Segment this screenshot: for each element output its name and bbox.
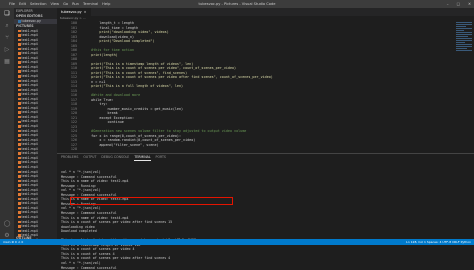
minimap[interactable]: [454, 21, 474, 153]
panel-tab-output[interactable]: OUTPUT: [83, 154, 96, 161]
line-number: 128: [70, 147, 77, 151]
video-file-icon: [18, 102, 21, 105]
window-controls: – □ ✕: [447, 0, 471, 8]
video-file-icon: [18, 179, 21, 183]
video-file-icon: [18, 34, 21, 37]
status-right[interactable]: Ln 128, Col 1 Spaces: 4 UTF-8 CRLF Pytho…: [406, 239, 471, 245]
close-icon[interactable]: ✕: [468, 0, 471, 8]
video-file-icon: [18, 193, 21, 196]
video-file-icon: [18, 165, 21, 169]
video-file-icon: [18, 156, 21, 160]
video-file-icon: [18, 79, 21, 83]
video-file-icon: [18, 170, 21, 174]
video-file-icon: [18, 184, 21, 187]
video-file-icon: [18, 134, 21, 137]
video-file-icon: [18, 143, 21, 146]
title-bar: File Edit Selection View Go Run Terminal Help t…: [0, 0, 474, 8]
source-control-icon[interactable]: ⑂: [3, 34, 11, 42]
video-file-icon: [18, 225, 21, 228]
explorer-icon[interactable]: ❏: [3, 10, 11, 18]
editor-tabs: tubesvoc.py ×: [57, 8, 474, 16]
panel-tab-problems[interactable]: PROBLEMS: [61, 154, 78, 161]
python-file-icon: [18, 20, 21, 23]
video-file-icon: [18, 147, 21, 151]
video-file-icon: [18, 138, 21, 142]
video-file-icon: [18, 75, 21, 78]
status-left[interactable]: main ⊗ 0 ⚠ 0: [3, 239, 23, 245]
video-file-icon: [18, 120, 21, 123]
tab-close-icon[interactable]: ×: [84, 8, 87, 16]
video-file-icon: [18, 61, 21, 64]
panel-tabs: PROBLEMS OUTPUT DEBUG CONSOLE TERMINAL PORTS: [57, 154, 474, 161]
video-file-icon: [18, 188, 21, 192]
account-icon[interactable]: ◯: [3, 220, 11, 228]
run-debug-icon[interactable]: ▷: [3, 46, 11, 54]
editor-tab[interactable]: tubesvoc.py ×: [57, 8, 91, 16]
code-text: append("filter_scene", scene): [83, 142, 159, 147]
video-file-icon: [18, 84, 21, 87]
video-file-icon: [18, 161, 21, 164]
video-file-icon: [18, 70, 21, 73]
explorer-sidebar: EXPLORER OPEN EDITORS tubesvoc.py PICTUR…: [14, 8, 57, 245]
code-text: print("Download completed"): [83, 39, 155, 43]
video-file-icon: [18, 65, 21, 69]
panel-tab-debug-console[interactable]: DEBUG CONSOLE: [101, 154, 129, 161]
code-text: print("This is a full length of videos",…: [83, 84, 184, 88]
extensions-icon[interactable]: ▦: [3, 58, 11, 66]
video-file-icon: [18, 152, 21, 155]
code-text: print("This is a count of scenes per vid…: [83, 75, 273, 79]
code-line: 128: [57, 147, 474, 152]
video-file-icon: [18, 206, 21, 210]
video-file-icon: [18, 93, 21, 96]
editor-tab-label: tubesvoc.py: [61, 10, 82, 14]
panel-tab-ports[interactable]: PORTS: [156, 154, 166, 161]
video-file-icon: [18, 43, 21, 46]
video-file-icon: [18, 29, 21, 33]
search-icon[interactable]: ⌕: [3, 22, 11, 30]
editor-area: tubesvoc.py × tubesvoc.py > ... 100 leng…: [57, 8, 474, 153]
highlight-box: [70, 197, 233, 205]
open-editor-label: tubesvoc.py: [21, 19, 41, 23]
video-file-icon: [18, 202, 21, 205]
file-list: test1.mp4 test1.mp4 test1.mp4 test1.mp4 test…: [14, 29, 57, 243]
code-view[interactable]: 100 length_t = length 101 final_time = le…: [57, 21, 474, 152]
video-file-icon: [18, 97, 21, 101]
panel-tab-terminal[interactable]: TERMINAL: [134, 154, 151, 161]
video-file-icon: [18, 52, 21, 55]
video-file-icon: [18, 125, 21, 128]
maximize-icon[interactable]: □: [457, 0, 460, 8]
terminal-line: Message : Command successful: [61, 265, 117, 270]
video-file-icon: [18, 88, 21, 92]
window-title: tubesvoc.py - Pictures - Visual Studio C…: [198, 2, 276, 6]
code-text: continue: [83, 120, 124, 124]
video-file-icon: [18, 129, 21, 133]
video-file-icon: [18, 229, 21, 233]
video-file-icon: [18, 115, 21, 119]
video-file-icon: [18, 211, 21, 214]
video-file-icon: [18, 220, 21, 224]
video-file-icon: [18, 215, 21, 219]
code-text: print(length): [83, 52, 118, 57]
video-file-icon: [18, 106, 21, 110]
video-file-icon: [18, 175, 21, 178]
video-file-icon: [18, 47, 21, 51]
video-file-icon: [18, 111, 21, 114]
video-file-icon: [18, 38, 21, 42]
video-file-icon: [18, 56, 21, 60]
terminal-output[interactable]: vol * n "*.json(vol) Message : Command su…: [57, 161, 474, 270]
minimize-icon[interactable]: –: [447, 0, 449, 8]
activity-bar: ❏ ⌕ ⑂ ▷ ▦ ◯ ⚙: [0, 8, 14, 245]
status-bar: main ⊗ 0 ⚠ 0 Ln 128, Col 1 Spaces: 4 UTF…: [0, 239, 474, 245]
video-file-icon: [18, 197, 21, 201]
